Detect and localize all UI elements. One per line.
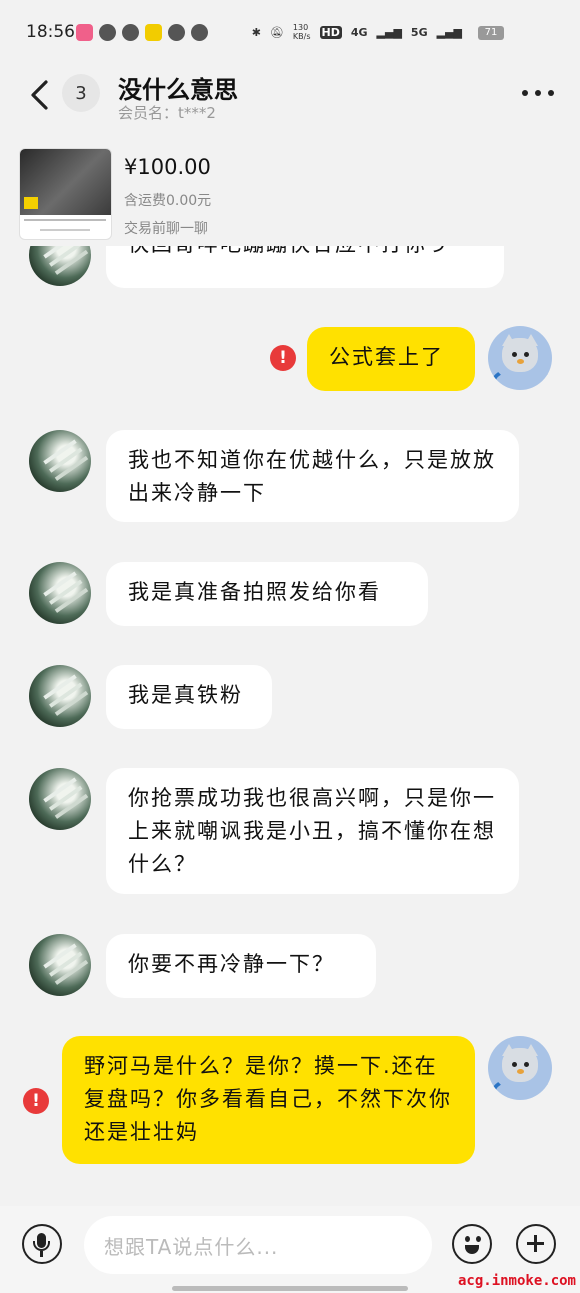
error-icon[interactable]: ! (23, 1088, 49, 1114)
product-shipping: 含运费0.00元 (124, 193, 212, 209)
wechat-icon (99, 24, 116, 41)
network-speed: 130 KB/s (292, 23, 311, 41)
microphone-icon[interactable] (22, 1224, 62, 1264)
message-icon (191, 24, 208, 41)
mute-icon: 🔕︎ (269, 25, 284, 39)
signal-icon: ▂▄▆ (436, 25, 462, 39)
message-input[interactable]: 想跟TA说点什么... (84, 1216, 432, 1274)
watermark: acg.inmoke.com (457, 1273, 576, 1289)
warning-icon (24, 197, 38, 209)
message-bubble-incoming[interactable]: 我也不知道你在优越什么，只是放放出来冷静一下 (106, 430, 519, 522)
back-arrow-icon[interactable] (26, 78, 56, 112)
pre-trade-chat-label: 交易前聊一聊 (124, 221, 208, 237)
message-bubble-incoming[interactable]: 你抢票成功我也很高兴啊，只是你一上来就嘲讽我是小丑，搞不懂你在想什么？ (106, 768, 519, 894)
input-placeholder: 想跟TA说点什么... (104, 1235, 279, 1259)
message-bubble-outgoing[interactable]: 公式套上了 (307, 327, 475, 391)
product-price: ¥100.00 (124, 155, 211, 179)
app-notification-icon (168, 24, 185, 41)
notification-icons (76, 24, 208, 41)
signal-icon: ▂▄▆ (376, 25, 402, 39)
app-notification-icon (76, 24, 93, 41)
contact-avatar[interactable] (29, 562, 91, 624)
hd-badge: HD (319, 25, 342, 39)
member-name: 会员名：t***2 (118, 104, 216, 122)
battery-indicator: 71 (478, 26, 504, 40)
status-time: 18:56 (26, 22, 75, 42)
page-title: 没什么意思 (118, 76, 238, 104)
unread-count-badge[interactable]: 3 (62, 74, 100, 112)
message-bubble-incoming[interactable]: 我是真铁粉 (106, 665, 272, 729)
emoji-icon[interactable] (452, 1224, 492, 1264)
contact-avatar[interactable] (29, 934, 91, 996)
home-indicator[interactable] (172, 1286, 408, 1291)
product-card[interactable]: ¥100.00 含运费0.00元 交易前聊一聊 (0, 136, 580, 246)
contact-avatar[interactable] (29, 665, 91, 727)
bluetooth-icon: ✱ (251, 25, 261, 39)
network-4g: 4G (350, 25, 368, 39)
message-bubble-incoming[interactable]: 我是真准备拍照发给你看 (106, 562, 428, 626)
contact-avatar[interactable] (29, 246, 91, 286)
product-thumbnail[interactable] (19, 148, 112, 240)
plus-icon[interactable] (516, 1224, 556, 1264)
message-list[interactable]: 快回哥哔吧蹦蹦快合应不打你う ! 公式套上了 我也不知道你在优越什么，只是放放出… (0, 246, 580, 1206)
message-bubble-incoming[interactable]: 快回哥哔吧蹦蹦快合应不打你う (106, 246, 504, 288)
error-icon[interactable]: ! (270, 345, 296, 371)
message-bubble-outgoing[interactable]: 野河马是什么？是你？摸一下.还在复盘吗？你多看看自己，不然下次你还是壮壮妈 (62, 1036, 475, 1164)
more-icon[interactable] (522, 90, 554, 96)
status-indicators: ✱ 🔕︎ 130 KB/s HD 4G ▂▄▆ 5G ▂▄▆ (252, 23, 462, 41)
my-avatar[interactable] (488, 326, 552, 390)
network-5g: 5G (410, 25, 428, 39)
contact-avatar[interactable] (29, 768, 91, 830)
app-notification-icon (145, 24, 162, 41)
status-bar: 18:56 ✱ 🔕︎ 130 KB/s HD 4G ▂▄▆ 5G ▂▄▆ 71 (0, 0, 580, 60)
qq-icon (122, 24, 139, 41)
my-avatar[interactable] (488, 1036, 552, 1100)
contact-avatar[interactable] (29, 430, 91, 492)
chat-header: 3 没什么意思 会员名：t***2 (0, 60, 580, 134)
message-bubble-incoming[interactable]: 你要不再冷静一下？ (106, 934, 376, 998)
